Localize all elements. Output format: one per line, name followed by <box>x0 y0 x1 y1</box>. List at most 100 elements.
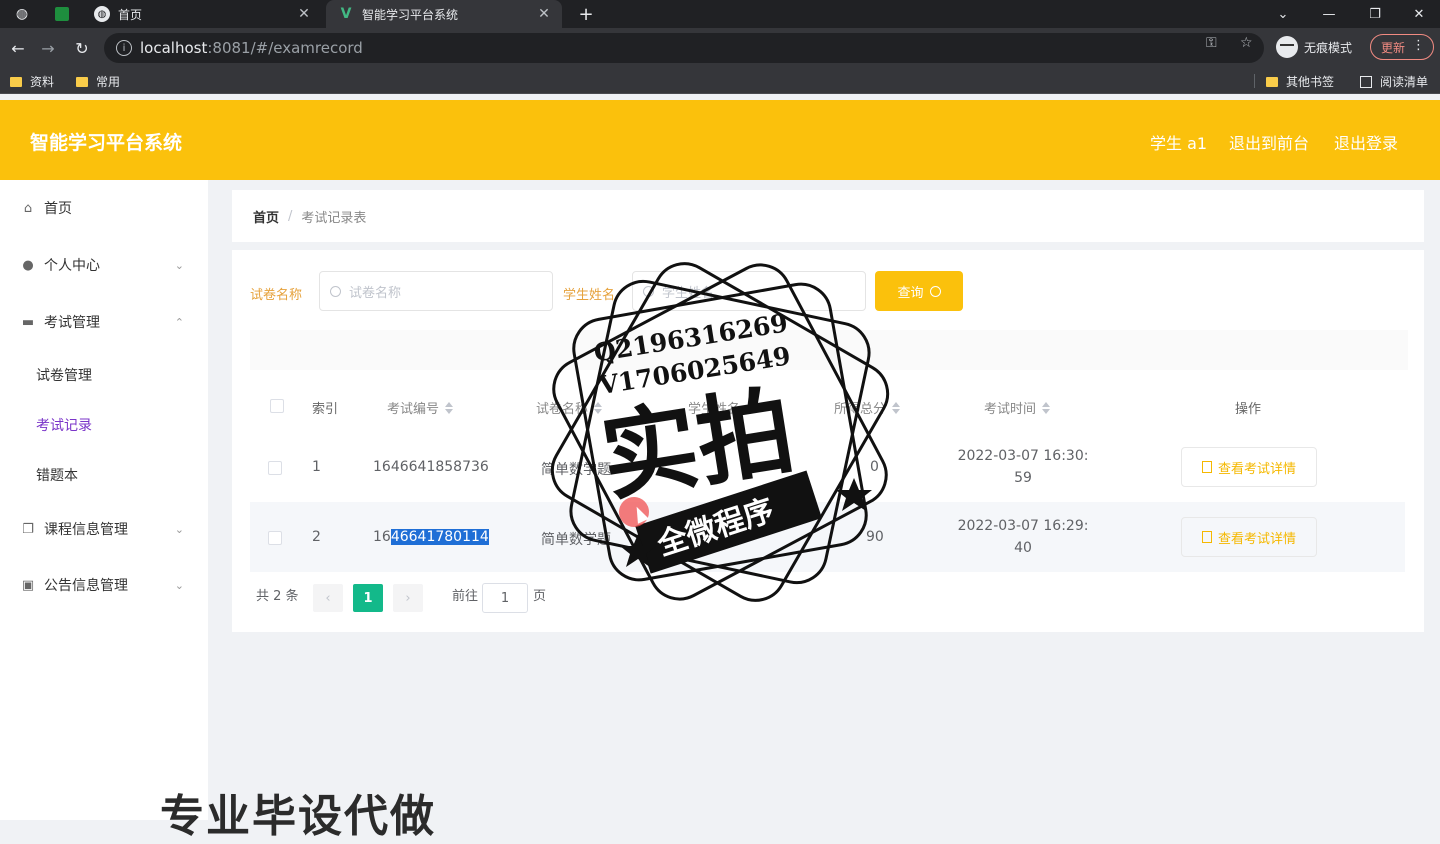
browser-toolbar: ← → ↻ i localhost:8081/#/examrecord ⚿ ☆ … <box>0 28 1440 68</box>
chevron-down-icon: ⌄ <box>174 522 184 536</box>
page-number-button[interactable]: 1 <box>353 584 383 612</box>
row-checkbox[interactable] <box>268 531 282 545</box>
sidebar-item-exam-records[interactable]: 考试记录 <box>0 405 208 445</box>
view-exam-detail-button[interactable]: 查看考试详情 <box>1181 447 1317 487</box>
plus-icon[interactable]: + <box>576 4 596 25</box>
sidebar-item-label: 考试记录 <box>36 418 92 434</box>
back-icon[interactable]: ← <box>6 36 30 60</box>
update-button[interactable]: 更新 ⋮ <box>1370 34 1434 60</box>
prev-page-button[interactable]: ‹ <box>313 584 343 612</box>
sidebar-item-courses[interactable]: ❐ 课程信息管理 ⌄ <box>0 509 208 549</box>
overlay-caption: 专业毕设代做 <box>160 791 436 842</box>
bookmark-folder[interactable]: 资料 <box>10 73 54 90</box>
tab-title: 首页 <box>118 7 143 22</box>
sidebar-item-paper-management[interactable]: 试卷管理 <box>0 355 208 395</box>
chat-icon: ▬ <box>21 314 35 330</box>
chevron-down-icon[interactable]: ⌄ <box>1260 0 1306 28</box>
bookmark-label: 其他书签 <box>1286 75 1335 89</box>
chevron-down-icon: ⌄ <box>174 258 184 272</box>
key-icon[interactable]: ⚿ <box>1206 35 1217 51</box>
reading-list-icon <box>1360 75 1372 88</box>
sidebar-item-exam-management[interactable]: ▬ 考试管理 ⌃ <box>0 302 208 342</box>
search-icon <box>330 285 341 297</box>
pagination-total: 共 2 条 <box>256 589 299 604</box>
goto-page-input[interactable]: 1 <box>482 583 528 613</box>
folder-icon <box>76 76 88 87</box>
home-icon: ⌂ <box>23 200 33 216</box>
bookmark-label: 常用 <box>96 75 121 89</box>
bookmark-label: 阅读清单 <box>1380 75 1429 89</box>
update-label: 更新 <box>1381 40 1406 55</box>
browser-tabstrip: ◍ ◍ 首页 ✕ V 智能学习平台系统 ✕ + ⌄ — ❐ ✕ <box>0 0 1440 28</box>
column-header-exam-id[interactable]: 考试编号 <box>387 398 454 417</box>
row-index: 1 <box>312 459 321 475</box>
sidebar-item-label: 错题本 <box>36 468 78 484</box>
profile-label: 无痕模式 <box>1304 40 1353 55</box>
minimize-icon[interactable]: — <box>1306 0 1352 28</box>
breadcrumb: 首页 / 考试记录表 <box>232 190 1424 242</box>
reload-icon[interactable]: ↻ <box>70 36 94 60</box>
view-exam-detail-button[interactable]: 查看考试详情 <box>1181 517 1317 557</box>
bookmark-folder[interactable]: 常用 <box>76 73 120 90</box>
brand-title: 智能学习平台系统 <box>30 132 183 154</box>
paper-name-input[interactable]: 试卷名称 <box>319 271 553 311</box>
sidebar-item-announcements[interactable]: ▣ 公告信息管理 ⌄ <box>0 565 208 605</box>
vue-icon: V <box>340 6 352 22</box>
search-icon <box>929 285 941 297</box>
tab-title: 智能学习平台系统 <box>362 7 459 22</box>
address-bar[interactable]: i localhost:8081/#/examrecord <box>104 33 1264 63</box>
user-icon: ● <box>22 257 34 273</box>
sort-icon[interactable] <box>1042 401 1051 414</box>
reading-list[interactable]: 阅读清单 <box>1360 73 1428 90</box>
row-checkbox[interactable] <box>268 461 282 475</box>
url-path: :8081/#/examrecord <box>207 39 363 57</box>
breadcrumb-separator: / <box>288 208 293 224</box>
exam-id: 1646641858736 <box>373 459 489 475</box>
button-label: 查看考试详情 <box>1217 461 1296 477</box>
document-icon <box>1201 531 1212 543</box>
sidebar-item-label: 考试管理 <box>44 315 100 331</box>
sidebar-item-home[interactable]: ⌂ 首页 <box>0 188 208 228</box>
sidebar-item-label: 试卷管理 <box>36 368 92 384</box>
bookmark-divider <box>1254 74 1255 88</box>
close-window-icon[interactable]: ✕ <box>1396 0 1440 28</box>
tab-home[interactable]: ◍ 首页 ✕ <box>82 0 322 28</box>
breadcrumb-current: 考试记录表 <box>301 210 367 226</box>
more-icon[interactable]: ⋮ <box>1412 38 1425 53</box>
close-icon[interactable]: ✕ <box>534 6 554 22</box>
forward-icon[interactable]: → <box>36 36 60 60</box>
copy-icon: ❐ <box>22 521 34 537</box>
close-icon[interactable]: ✕ <box>294 6 314 22</box>
chevron-up-icon: ⌃ <box>174 315 184 329</box>
exam-id: 1646641780114 <box>373 529 489 545</box>
star-icon[interactable]: ☆ <box>1240 35 1253 51</box>
column-header-index: 索引 <box>312 402 339 417</box>
app-header: 智能学习平台系统 学生 a1 退出到前台 退出登录 <box>0 100 1440 180</box>
exit-front-link[interactable]: 退出到前台 <box>1229 130 1309 154</box>
next-page-button[interactable]: › <box>393 584 423 612</box>
row-index: 2 <box>312 529 321 545</box>
bookmark-label: 资料 <box>30 75 55 89</box>
restore-icon[interactable]: ❐ <box>1352 0 1398 28</box>
column-header-exam-time[interactable]: 考试时间 <box>984 398 1051 417</box>
paper-name-placeholder: 试卷名称 <box>349 285 402 301</box>
incognito-indicator[interactable]: 无痕模式 <box>1276 36 1352 58</box>
info-icon[interactable]: i <box>116 40 132 56</box>
globe-icon[interactable]: ◍ <box>12 4 32 24</box>
button-label: 查看考试详情 <box>1217 531 1296 547</box>
sheet-app-icon[interactable] <box>52 4 72 24</box>
chevron-down-icon: ⌄ <box>174 578 184 592</box>
sidebar-item-label: 个人中心 <box>44 258 100 274</box>
sidebar-item-profile[interactable]: ● 个人中心 ⌄ <box>0 245 208 285</box>
breadcrumb-home[interactable]: 首页 <box>253 207 279 226</box>
sort-icon[interactable] <box>445 401 454 414</box>
trash-icon: ▣ <box>21 577 35 593</box>
folder-icon <box>1266 76 1278 87</box>
sidebar-item-wrong-questions[interactable]: 错题本 <box>0 455 208 495</box>
logout-link[interactable]: 退出登录 <box>1334 130 1398 154</box>
tab-app[interactable]: V 智能学习平台系统 ✕ <box>326 0 562 28</box>
other-bookmarks[interactable]: 其他书签 <box>1266 73 1334 90</box>
exam-time: 2022-03-07 16:29: 40 <box>957 518 1089 556</box>
select-all-checkbox[interactable] <box>270 399 284 413</box>
column-header-actions: 操作 <box>1235 402 1262 417</box>
